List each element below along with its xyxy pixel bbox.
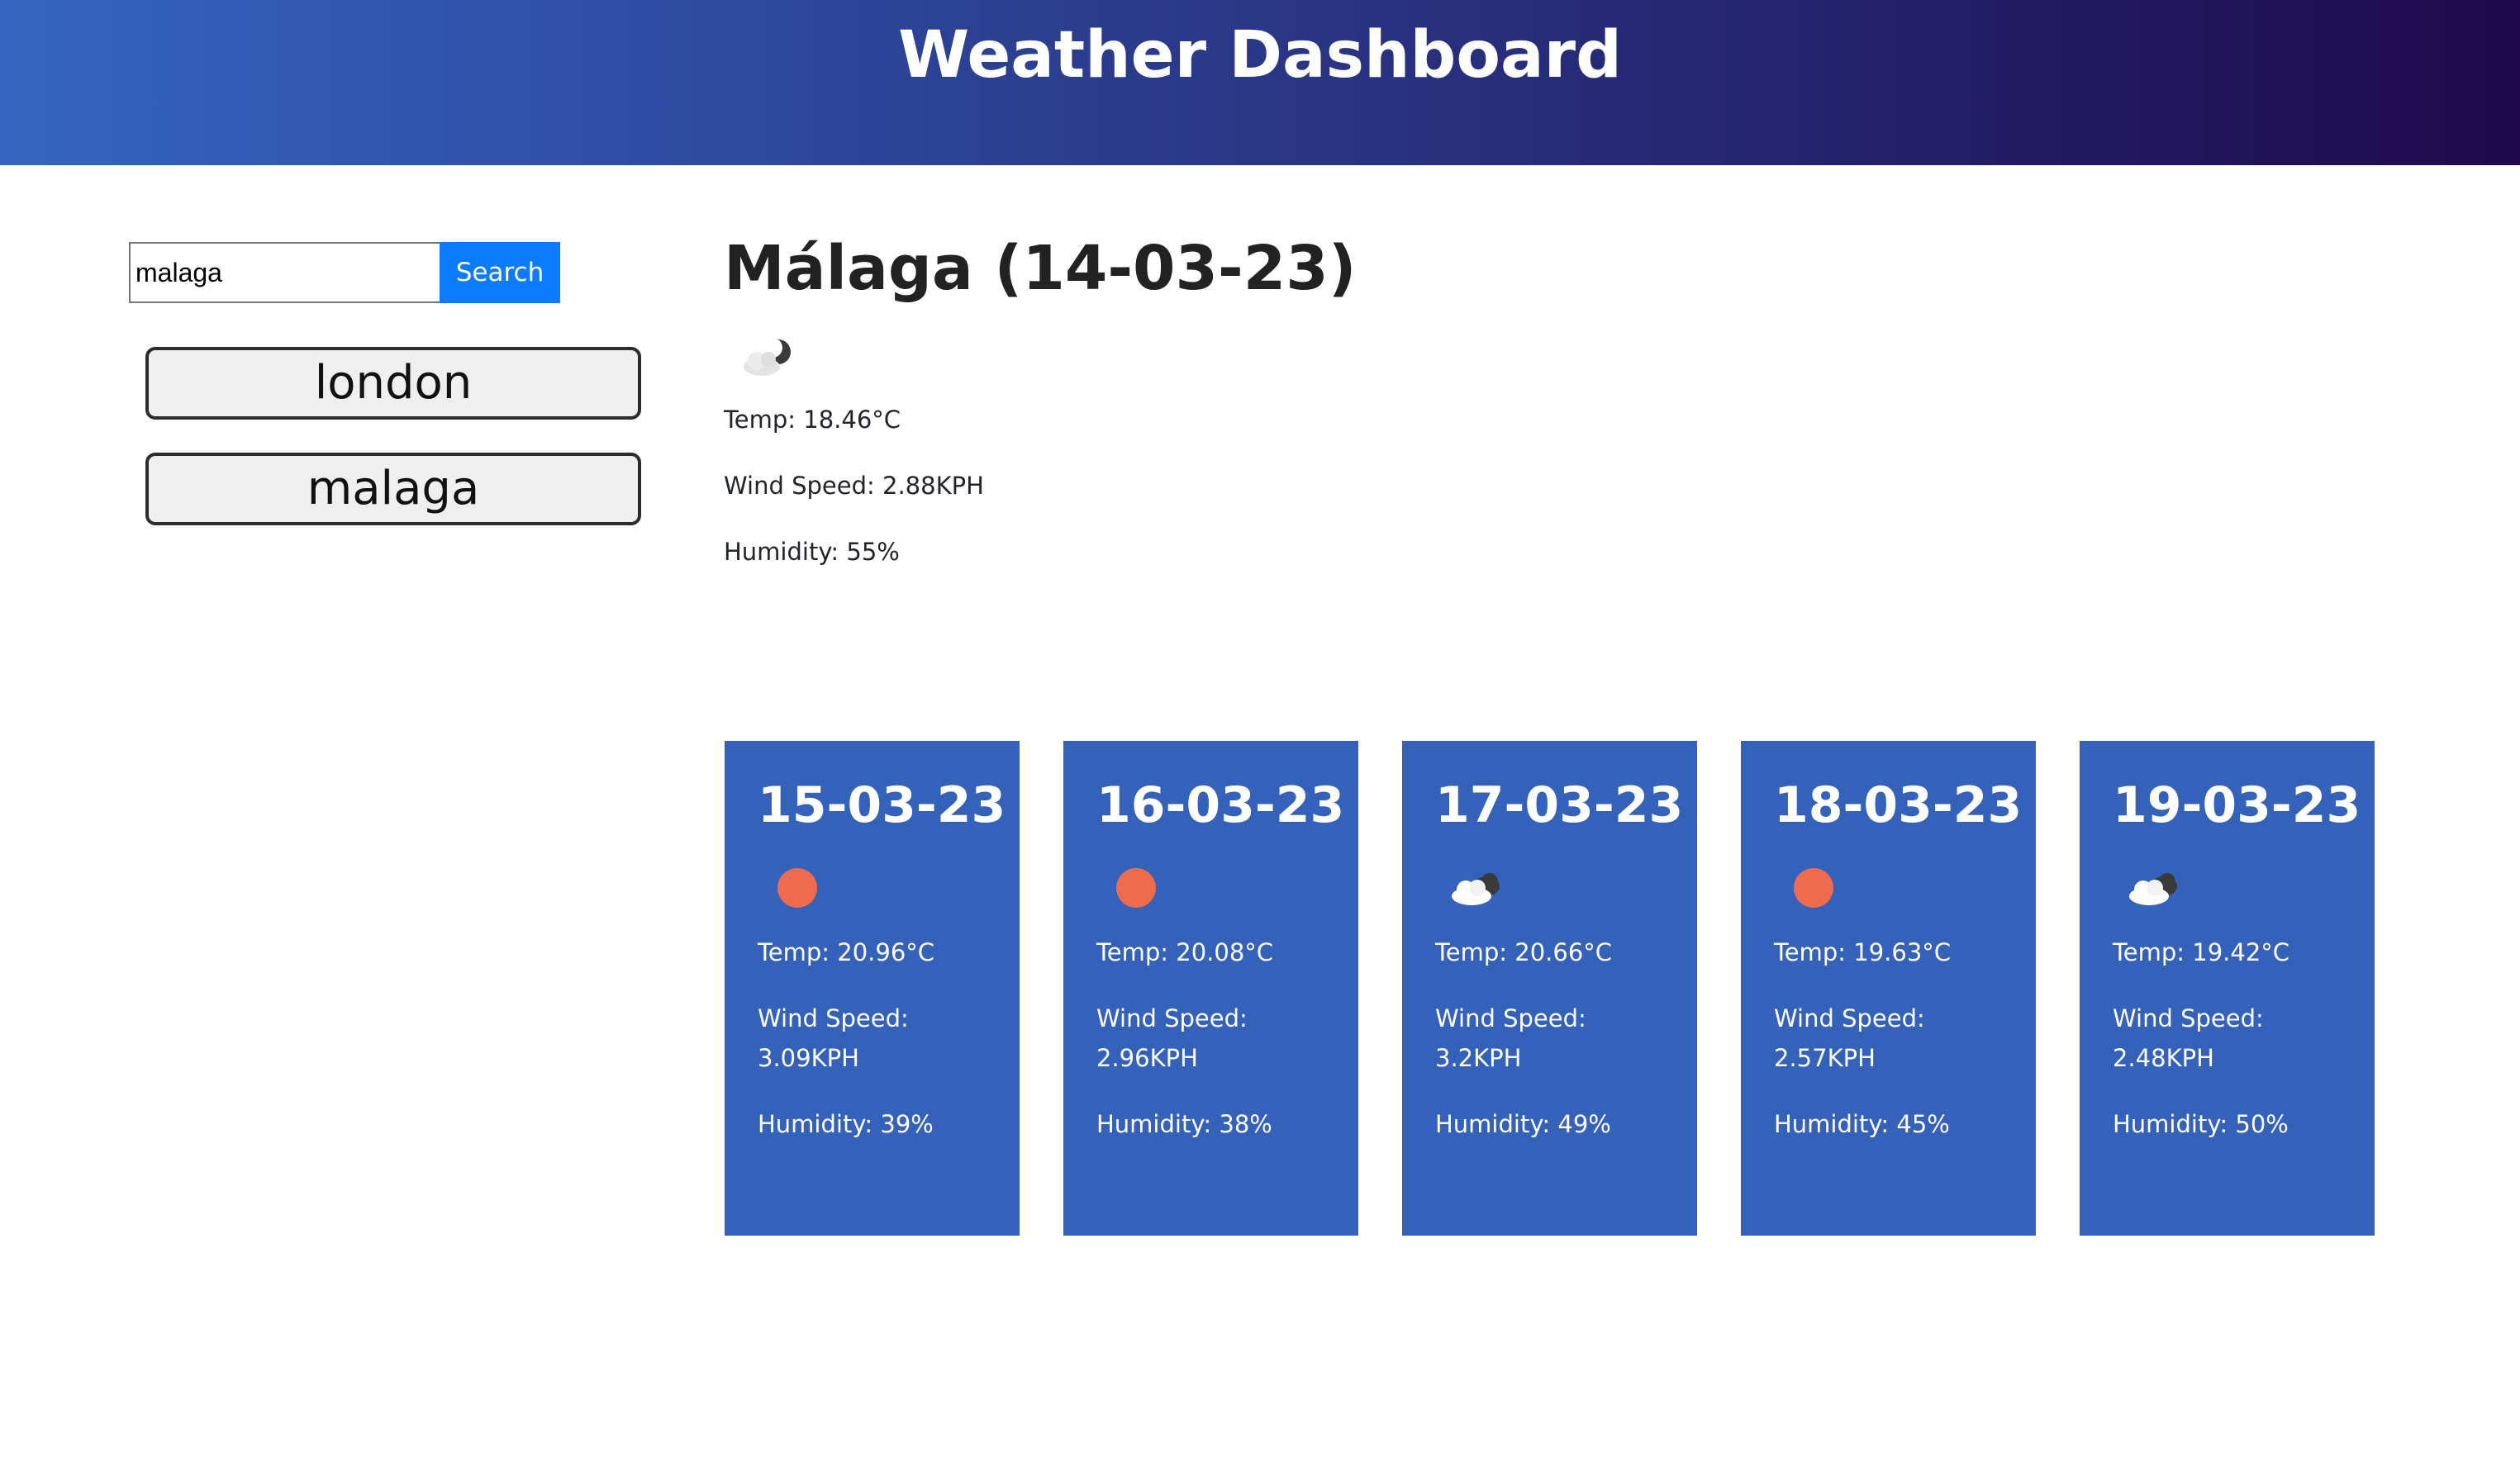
forecast-date: 15-03-23 xyxy=(758,776,1006,834)
current-temp: Temp: 18.46°C xyxy=(724,406,901,434)
sun-icon xyxy=(1116,868,1156,908)
forecast-date: 18-03-23 xyxy=(1774,776,2023,834)
partly-cloudy-night-icon xyxy=(744,338,791,376)
sun-icon xyxy=(777,868,817,908)
forecast-card: 17-03-23 Temp: 20.66°C Wind Speed: 3.2KP… xyxy=(1402,741,1697,1236)
forecast-wind-value: 2.96KPH xyxy=(1096,1044,1198,1072)
forecast-wind-value: 2.57KPH xyxy=(1774,1044,1876,1072)
forecast-temp: Temp: 20.96°C xyxy=(758,938,935,966)
forecast-wind-label: Wind Speed: xyxy=(1774,1004,1925,1032)
forecast-wind-value: 2.48KPH xyxy=(2113,1044,2214,1072)
forecast-date: 17-03-23 xyxy=(1435,776,1684,834)
forecast-temp: Temp: 20.08°C xyxy=(1096,938,1274,966)
forecast-card: 19-03-23 Temp: 19.42°C Wind Speed: 2.48K… xyxy=(2080,741,2375,1236)
forecast-date: 19-03-23 xyxy=(2113,776,2361,834)
forecast-wind-value: 3.09KPH xyxy=(758,1044,859,1072)
forecast-wind-label: Wind Speed: xyxy=(2113,1004,2264,1032)
forecast-temp: Temp: 19.42°C xyxy=(2113,938,2290,966)
forecast-date: 16-03-23 xyxy=(1096,776,1345,834)
forecast-humidity: Humidity: 38% xyxy=(1096,1110,1272,1138)
forecast-wind-label: Wind Speed: xyxy=(1096,1004,1248,1032)
forecast-wind-label: Wind Speed: xyxy=(758,1004,909,1032)
header: Weather Dashboard xyxy=(0,0,2520,165)
history-item-malaga[interactable]: malaga xyxy=(145,453,641,525)
weather-dashboard-page: Weather Dashboard Search london malaga M… xyxy=(0,0,2520,1457)
forecast-card: 18-03-23 Temp: 19.63°C Wind Speed: 2.57K… xyxy=(1741,741,2036,1236)
forecast-temp: Temp: 19.63°C xyxy=(1774,938,1952,966)
forecast-humidity: Humidity: 39% xyxy=(758,1110,934,1138)
cloudy-icon xyxy=(1452,873,1500,905)
sun-icon xyxy=(1794,868,1833,908)
current-city-title: Málaga (14-03-23) xyxy=(724,233,1357,304)
search-input[interactable] xyxy=(129,242,440,303)
page-title: Weather Dashboard xyxy=(898,18,1622,93)
current-humidity: Humidity: 55% xyxy=(724,538,900,566)
forecast-wind-label: Wind Speed: xyxy=(1435,1004,1586,1032)
cloudy-icon xyxy=(2129,873,2177,905)
history-item-london[interactable]: london xyxy=(145,347,641,420)
forecast-card: 16-03-23 Temp: 20.08°C Wind Speed: 2.96K… xyxy=(1063,741,1358,1236)
forecast-card: 15-03-23 Temp: 20.96°C Wind Speed: 3.09K… xyxy=(725,741,1020,1236)
forecast-humidity: Humidity: 45% xyxy=(1774,1110,1950,1138)
forecast-humidity: Humidity: 50% xyxy=(2113,1110,2289,1138)
forecast-humidity: Humidity: 49% xyxy=(1435,1110,1611,1138)
search-button[interactable]: Search xyxy=(440,242,560,303)
current-wind-speed: Wind Speed: 2.88KPH xyxy=(724,472,984,500)
forecast-wind-value: 3.2KPH xyxy=(1435,1044,1522,1072)
forecast-temp: Temp: 20.66°C xyxy=(1435,938,1613,966)
